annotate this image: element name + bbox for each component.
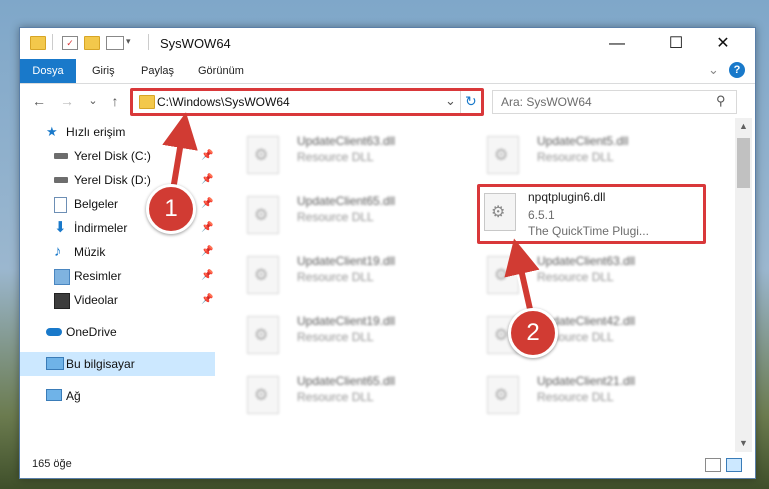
callout-badge-1: 1 xyxy=(146,184,196,234)
callout-badge-2: 2 xyxy=(508,308,558,358)
annotation-overlay xyxy=(162,112,540,323)
